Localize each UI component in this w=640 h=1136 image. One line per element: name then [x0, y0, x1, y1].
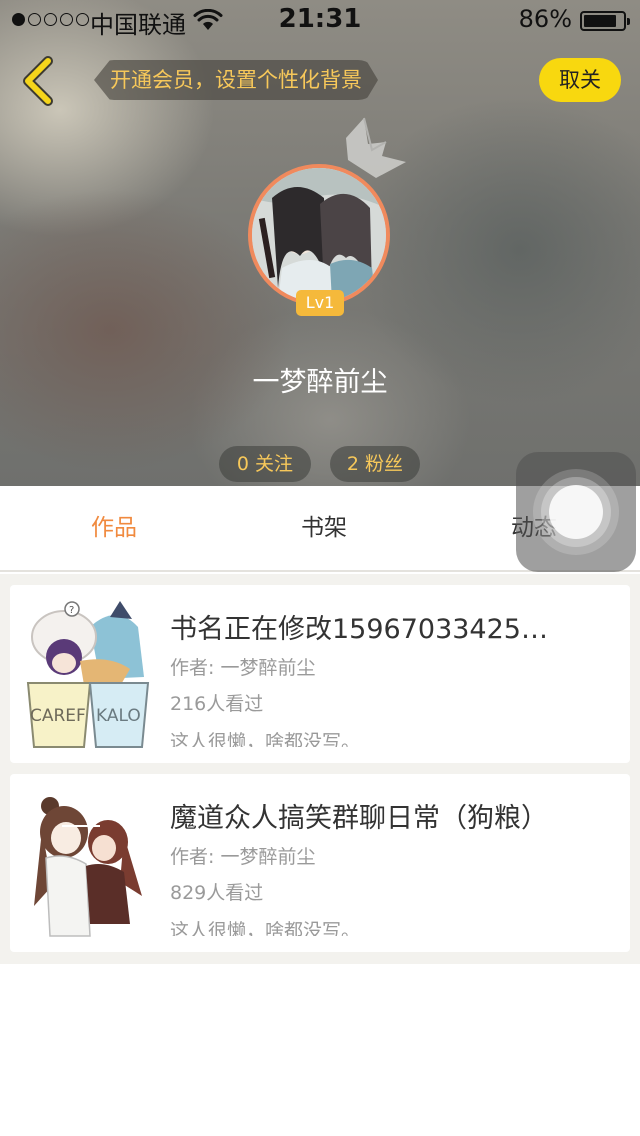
profile-header: 中国联通 21:31 86% 开通会员，设置个性化背景 取关 Lv1 一梦醉前尘… [0, 0, 640, 486]
book-cover: ? CAREF KALO [20, 597, 150, 753]
list-item[interactable]: ? CAREF KALO 书名正在修改15967033425… 作者: 一梦醉前… [10, 585, 630, 763]
status-bar: 中国联通 21:31 86% [0, 0, 640, 40]
book-view-count: 216人看过 [170, 693, 264, 715]
fans-count[interactable]: 2 粉丝 [330, 446, 420, 482]
vip-background-prompt[interactable]: 开通会员，设置个性化背景 [94, 60, 378, 100]
book-title: 书名正在修改15967033425… [170, 614, 548, 645]
book-view-count: 829人看过 [170, 882, 264, 904]
list-item[interactable]: 魔道众人搞笑群聊日常（狗粮） 作者: 一梦醉前尘 829人看过 这人很懒，啥都没… [10, 774, 630, 952]
book-author: 作者: 一梦醉前尘 [170, 657, 316, 679]
avatar[interactable] [248, 164, 390, 306]
back-button[interactable] [18, 55, 58, 107]
book-description: 这人很懒，啥都没写。 [170, 731, 361, 747]
book-cover [20, 786, 150, 942]
assistive-touch-button[interactable] [516, 452, 636, 572]
svg-text:CAREF: CAREF [30, 706, 86, 726]
book-author: 作者: 一梦醉前尘 [170, 846, 316, 868]
book-title: 魔道众人搞笑群聊日常（狗粮） [170, 803, 548, 834]
battery-percent: 86% [518, 5, 572, 33]
level-badge: Lv1 [296, 290, 344, 316]
following-count[interactable]: 0 关注 [219, 446, 311, 482]
svg-text:KALO: KALO [96, 706, 141, 726]
svg-text:?: ? [69, 605, 74, 616]
battery-icon [580, 11, 630, 31]
works-list: ? CAREF KALO 书名正在修改15967033425… 作者: 一梦醉前… [0, 574, 640, 964]
tab-bookshelf[interactable]: 书架 [254, 486, 394, 570]
username: 一梦醉前尘 [252, 367, 388, 398]
tab-works[interactable]: 作品 [44, 486, 184, 570]
unfollow-button[interactable]: 取关 [539, 58, 621, 102]
book-description: 这人很懒，啥都没写。 [170, 920, 361, 936]
